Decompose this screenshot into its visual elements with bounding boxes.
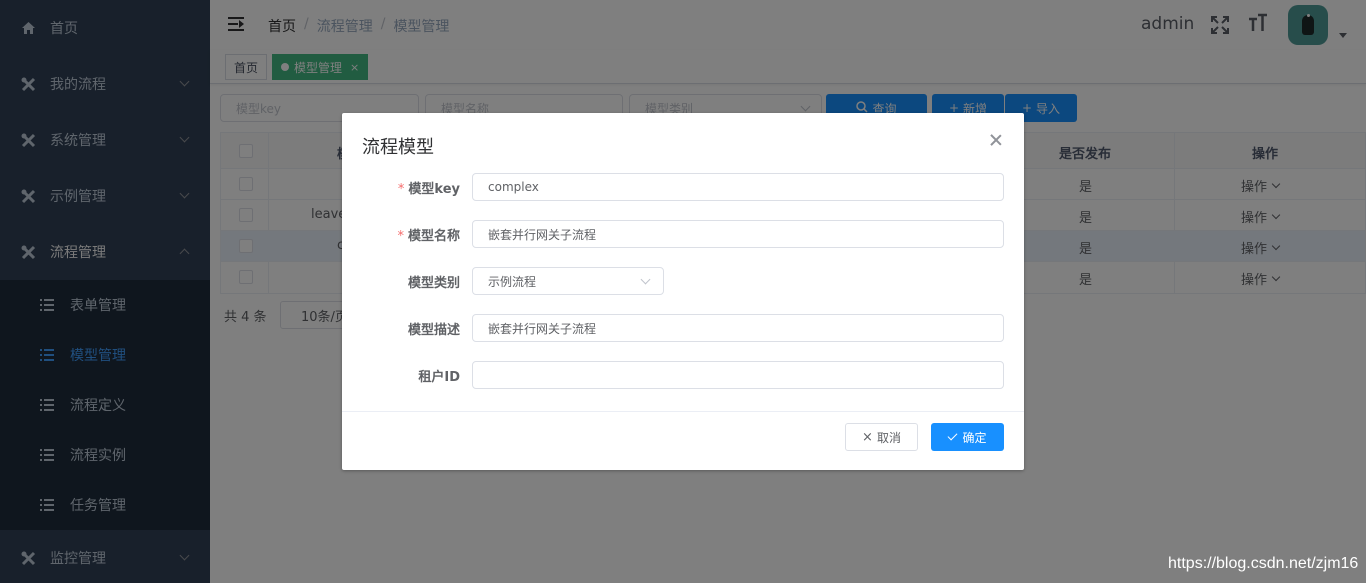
required-mark: *	[397, 182, 405, 197]
model-name-label: * 模型名称	[342, 225, 460, 244]
chevron-down-icon	[640, 274, 651, 285]
divider	[342, 411, 1024, 412]
select-value: 示例流程	[488, 274, 537, 289]
close-icon: ×	[862, 429, 873, 445]
confirm-label: 确定	[962, 430, 987, 445]
model-name-input[interactable]: 嵌套并行网关子流程	[472, 220, 1004, 248]
model-description-label: 模型描述	[407, 323, 460, 338]
cancel-label: 取消	[876, 430, 901, 445]
confirm-button[interactable]: 确定	[931, 423, 1004, 451]
input-value: 嵌套并行网关子流程	[488, 321, 597, 336]
process-model-dialog: 流程模型 * 模型key complex * 模型名称 嵌套并行网关子流程 模型类别…	[342, 113, 1024, 470]
close-icon[interactable]	[989, 133, 1003, 147]
model-type-select[interactable]: 示例流程	[472, 267, 664, 295]
input-value: complex	[488, 180, 539, 194]
tenant-id-label: 租户ID	[418, 370, 460, 385]
watermark: https://blog.csdn.net/zjm16	[1168, 555, 1359, 572]
model-key-label: * 模型key	[342, 178, 460, 197]
label-text: 模型key	[408, 182, 460, 197]
dialog-title: 流程模型	[362, 137, 434, 158]
check-icon	[948, 430, 958, 441]
input-value: 嵌套并行网关子流程	[488, 227, 597, 242]
model-description-input[interactable]: 嵌套并行网关子流程	[472, 314, 1004, 342]
model-type-label: 模型类别	[407, 276, 460, 291]
required-mark: *	[397, 229, 404, 244]
tenant-id-input[interactable]	[472, 361, 1004, 389]
label-text: 模型名称	[407, 229, 460, 244]
cancel-button[interactable]: × 取消	[845, 423, 918, 451]
model-key-input[interactable]: complex	[472, 173, 1004, 201]
